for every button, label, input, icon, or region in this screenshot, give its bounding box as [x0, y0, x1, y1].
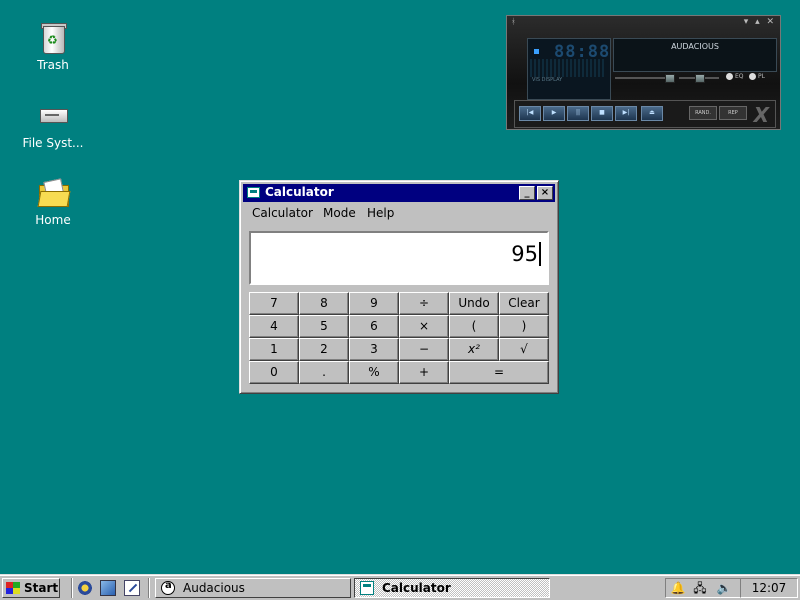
menu-calculator[interactable]: Calculator: [252, 206, 313, 220]
window-title: Calculator: [265, 185, 334, 199]
key-square[interactable]: x²: [449, 338, 499, 361]
notification-bell-icon[interactable]: 🔔: [670, 581, 686, 595]
text-editor-icon[interactable]: [124, 580, 140, 596]
key-add[interactable]: +: [399, 361, 449, 384]
file-manager-icon[interactable]: [100, 580, 116, 596]
close-button[interactable]: ×: [537, 186, 553, 200]
play-status-icon: [534, 49, 539, 54]
minimize-button[interactable]: _: [519, 186, 535, 200]
next-icon[interactable]: ▶|: [615, 106, 637, 121]
key-9[interactable]: 9: [349, 292, 399, 315]
desktop-icon-home[interactable]: Home: [8, 177, 98, 227]
taskbar-separator: [71, 578, 73, 598]
menu-mode[interactable]: Mode: [323, 206, 356, 220]
volume-knob[interactable]: [665, 74, 675, 83]
song-title-display[interactable]: AUDACIOUS: [613, 38, 777, 72]
menu-icon[interactable]: ᚼ: [511, 17, 516, 26]
calculator-icon: [360, 581, 374, 595]
drive-icon: [37, 100, 69, 132]
start-button[interactable]: Start: [2, 578, 60, 598]
key-clear[interactable]: Clear: [499, 292, 549, 315]
balance-slider[interactable]: [679, 74, 719, 83]
previous-icon[interactable]: |◀: [519, 106, 541, 121]
desktop-icon-file-system[interactable]: File Syst...: [8, 100, 98, 150]
desktop-icon-trash[interactable]: ♻ Trash: [8, 22, 98, 72]
balance-knob[interactable]: [695, 74, 705, 83]
task-label: Calculator: [382, 581, 451, 595]
title-bar[interactable]: Calculator _ ×: [243, 184, 555, 202]
taskbar-separator: [148, 578, 150, 598]
key-4[interactable]: 4: [249, 315, 299, 338]
key-close-paren[interactable]: ): [499, 315, 549, 338]
key-3[interactable]: 3: [349, 338, 399, 361]
trash-icon: ♻: [37, 22, 69, 54]
desktop-toggle-icon[interactable]: [77, 580, 93, 596]
task-button-calculator[interactable]: Calculator: [354, 578, 550, 598]
repeat-button[interactable]: REP: [719, 106, 747, 120]
shuffle-button[interactable]: RAND.: [689, 106, 717, 120]
visualizer[interactable]: [530, 59, 606, 77]
key-decimal[interactable]: .: [299, 361, 349, 384]
desktop-icon-label: Trash: [37, 58, 69, 72]
key-divide[interactable]: ÷: [399, 292, 449, 315]
key-multiply[interactable]: ×: [399, 315, 449, 338]
transport-controls: |◀ ▶ || ■ ▶| ⏏ RAND. REP X: [514, 100, 776, 128]
result-display[interactable]: 95: [249, 231, 549, 285]
start-label: Start: [24, 581, 59, 595]
volume-icon[interactable]: 🔈: [716, 581, 732, 595]
desktop-icon-label: Home: [35, 213, 71, 227]
display-value: 95: [511, 242, 541, 266]
time-display: 88:88 VIS DISPLAY: [527, 38, 611, 100]
menu-help[interactable]: Help: [367, 206, 394, 220]
volume-slider[interactable]: [615, 74, 675, 83]
network-icon[interactable]: 🖧: [692, 581, 708, 595]
window-controls[interactable]: ▾ ▴ ✕: [744, 17, 776, 27]
playlist-toggle[interactable]: PL: [749, 73, 765, 80]
menu-bar: Calculator Mode Help: [243, 204, 555, 222]
key-8[interactable]: 8: [299, 292, 349, 315]
audacious-logo-icon: X: [753, 103, 769, 127]
keypad: 7 8 9 ÷ Undo Clear 4 5 6 × ( ) 1 2 3 − x…: [249, 292, 550, 385]
key-2[interactable]: 2: [299, 338, 349, 361]
eq-toggle[interactable]: EQ: [726, 73, 744, 80]
key-6[interactable]: 6: [349, 315, 399, 338]
key-undo[interactable]: Undo: [449, 292, 499, 315]
key-subtract[interactable]: −: [399, 338, 449, 361]
key-0[interactable]: 0: [249, 361, 299, 384]
song-title: AUDACIOUS: [671, 42, 719, 51]
vis-label: VIS DISPLAY: [532, 77, 563, 83]
key-square-root[interactable]: √: [499, 338, 549, 361]
desktop-icon-label: File Syst...: [22, 136, 84, 150]
key-1[interactable]: 1: [249, 338, 299, 361]
clock[interactable]: 12:07 AM: [740, 578, 798, 600]
task-label: Audacious: [183, 581, 245, 595]
task-button-audacious[interactable]: Audacious: [155, 578, 351, 598]
key-7[interactable]: 7: [249, 292, 299, 315]
eject-icon[interactable]: ⏏: [641, 106, 663, 121]
folder-icon: [37, 177, 71, 209]
calculator-window: Calculator _ × Calculator Mode Help 95 7…: [239, 180, 559, 394]
key-open-paren[interactable]: (: [449, 315, 499, 338]
key-5[interactable]: 5: [299, 315, 349, 338]
play-icon[interactable]: ▶: [543, 106, 565, 121]
calculator-icon: [247, 187, 260, 198]
taskbar: Start Audacious Calculator 🔔 🖧 🔈 12:07 A…: [0, 574, 800, 600]
key-percent[interactable]: %: [349, 361, 399, 384]
start-logo-icon: [6, 582, 20, 594]
audacious-player[interactable]: ᚼ ▾ ▴ ✕ 88:88 VIS DISPLAY AUDACIOUS EQ P…: [506, 15, 781, 130]
key-equals[interactable]: =: [449, 361, 549, 384]
pause-icon[interactable]: ||: [567, 106, 589, 121]
audacious-icon: [161, 580, 175, 595]
stop-icon[interactable]: ■: [591, 106, 613, 121]
